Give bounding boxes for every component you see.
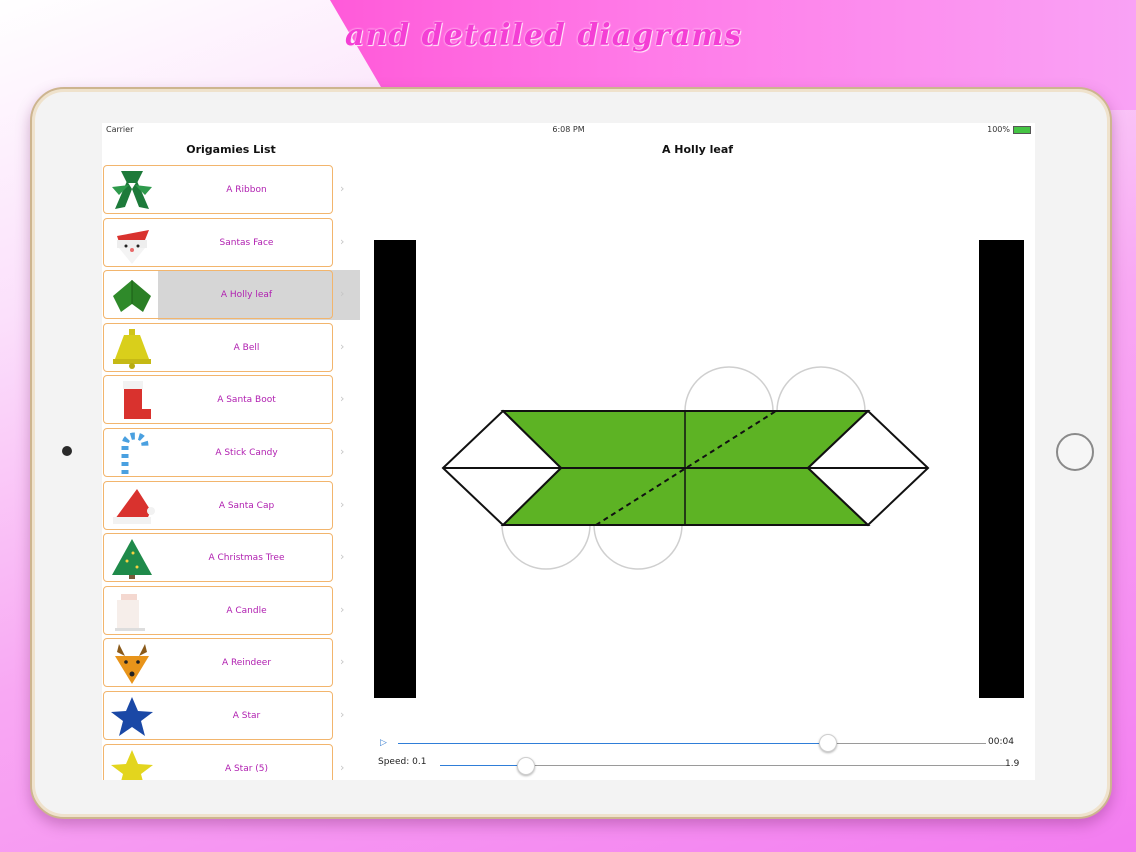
chevron-right-icon: › <box>340 339 345 353</box>
list-item-card[interactable]: A Reindeer <box>103 638 333 688</box>
list-item-label: A Star (5) <box>224 763 269 774</box>
battery-percent: 100% <box>987 125 1010 134</box>
speed-label: Speed: 0.1 <box>378 757 427 767</box>
fold-guide-arc <box>684 366 774 412</box>
fold-guide-arc <box>776 366 866 412</box>
christmas-tree-icon <box>107 537 157 580</box>
list-item-card[interactable]: A Christmas Tree <box>103 533 333 583</box>
holly-leaf-diagram <box>441 366 930 570</box>
star-icon <box>107 695 157 738</box>
list-item-label: A Ribbon <box>226 185 267 195</box>
list-item-card[interactable]: A Santa Boot <box>103 375 333 425</box>
chevron-right-icon: › <box>340 234 345 248</box>
app-screen: Carrier 6:08 PM 100% Origamies List A Ho… <box>102 123 1035 780</box>
progress-fill <box>398 743 828 744</box>
list-item-label: A Holly leaf <box>220 290 273 301</box>
letterbox-left <box>374 240 416 698</box>
list-item[interactable]: A Stick Candy › <box>102 427 360 480</box>
list-item-label: A Santa Boot <box>217 395 276 406</box>
list-item[interactable]: A Star (5) › <box>102 743 360 780</box>
chevron-right-icon: › <box>340 602 345 616</box>
master-title: Origamies List <box>186 143 276 156</box>
chevron-right-icon: › <box>340 287 345 301</box>
play-icon[interactable]: ▷ <box>380 738 387 748</box>
list-item[interactable]: Santas Face › <box>102 217 360 270</box>
list-item-label: A Reindeer <box>221 658 272 669</box>
candle-icon <box>107 590 157 633</box>
chevron-right-icon: › <box>340 655 345 669</box>
status-bar: Carrier 6:08 PM 100% <box>102 123 1035 137</box>
reindeer-icon <box>107 642 157 685</box>
candy-cane-icon <box>107 432 157 475</box>
santa-face-icon <box>107 222 157 265</box>
progress-slider[interactable] <box>398 743 986 744</box>
battery-icon <box>1013 125 1031 134</box>
list-item-card[interactable]: A Bell <box>103 322 333 372</box>
fold-guide-arc <box>593 524 683 570</box>
santa-boot-icon <box>107 379 157 422</box>
list-item-card[interactable]: A Stick Candy <box>103 428 333 477</box>
speed-max-label: 1.9 <box>1005 759 1020 769</box>
list-item-card[interactable]: A Santa Cap <box>103 480 333 530</box>
origami-list: A Ribbon › Santas Face › A Holly leaf › A Bell… <box>102 163 360 780</box>
chevron-right-icon: › <box>340 392 345 406</box>
chevron-right-icon: › <box>340 445 345 458</box>
chevron-right-icon: › <box>340 497 345 511</box>
holly-leaf-icon <box>107 274 157 317</box>
list-item-card[interactable]: A Candle <box>103 585 333 635</box>
list-item-label: A Star <box>232 711 261 721</box>
list-item[interactable]: A Santa Boot › <box>102 374 360 427</box>
list-item-card[interactable]: A Star <box>103 691 333 740</box>
list-item-card[interactable]: A Holly leaf <box>103 270 333 320</box>
bell-icon <box>107 327 157 370</box>
chevron-right-icon: › <box>340 708 345 721</box>
list-item-card[interactable]: A Star (5) <box>103 743 333 780</box>
chevron-right-icon: › <box>340 760 345 774</box>
chevron-right-icon: › <box>340 182 345 195</box>
santa-cap-icon <box>107 485 157 528</box>
speed-fill <box>440 765 525 766</box>
speed-slider-thumb[interactable] <box>516 757 535 775</box>
list-item-card[interactable]: A Ribbon <box>103 165 333 214</box>
list-item-label: Santas Face <box>219 237 274 248</box>
list-item[interactable]: A Santa Cap › <box>102 480 360 533</box>
chevron-right-icon: › <box>340 550 345 564</box>
list-item[interactable]: A Candle › <box>102 585 360 638</box>
list-item-label: A Christmas Tree <box>208 553 285 564</box>
ribbon-icon <box>107 169 157 212</box>
camera-icon <box>62 446 72 456</box>
playback-controls: ▷ 00:04 Speed: 0.1 1.9 <box>360 731 1035 780</box>
list-item-label: A Bell <box>233 342 260 353</box>
star-five-icon <box>107 748 157 780</box>
list-item-card[interactable]: Santas Face <box>103 217 333 267</box>
progress-slider-thumb[interactable] <box>819 734 838 752</box>
list-item[interactable]: A Christmas Tree › <box>102 532 360 585</box>
battery-indicator: 100% <box>987 125 1031 134</box>
list-item[interactable]: A Reindeer › <box>102 637 360 690</box>
list-item-label: A Santa Cap <box>218 500 275 511</box>
list-item[interactable]: A Ribbon › <box>102 164 360 217</box>
list-item-label: A Stick Candy <box>215 448 278 458</box>
list-item-label: A Candle <box>226 605 267 616</box>
list-item[interactable]: A Holly leaf › <box>102 269 360 322</box>
fold-guide-arc <box>501 524 591 570</box>
promo-headline: and detailed diagrams <box>345 18 742 53</box>
list-item[interactable]: A Star › <box>102 690 360 743</box>
elapsed-time: 00:04 <box>988 737 1014 747</box>
list-item[interactable]: A Bell › <box>102 322 360 375</box>
home-button[interactable] <box>1056 433 1094 471</box>
status-time: 6:08 PM <box>552 125 585 134</box>
letterbox-right <box>979 240 1024 698</box>
detail-title: A Holly leaf <box>661 143 734 156</box>
diagram-view <box>360 163 1035 780</box>
